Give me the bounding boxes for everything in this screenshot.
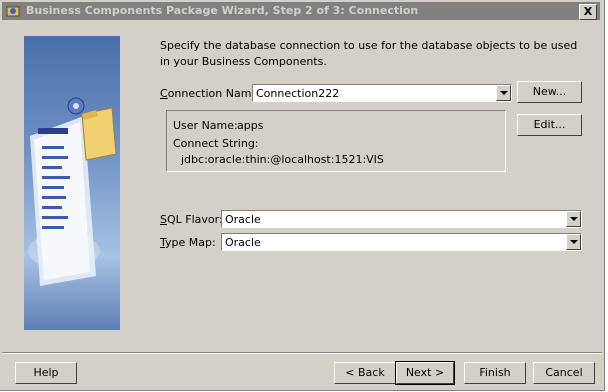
- connection-info-box: User Name: apps Connect String: jdbc:ora…: [166, 110, 506, 172]
- type-map-combo[interactable]: Oracle: [221, 233, 582, 251]
- user-name-label: User Name:: [173, 119, 238, 132]
- footer-separator: [2, 352, 602, 354]
- help-label: Help: [33, 366, 59, 379]
- type-map-label-text: ype Map:: [165, 236, 216, 249]
- edit-connection-label: Edit...: [533, 118, 566, 131]
- connection-name-label: Connection Name:: [160, 87, 262, 100]
- app-icon: [6, 6, 20, 17]
- finish-button[interactable]: Finish: [464, 362, 526, 384]
- connect-string-label: Connect String:: [173, 137, 259, 150]
- next-label: Next >: [405, 366, 445, 379]
- connection-name-label-text: onnection Name:: [167, 87, 262, 100]
- finish-label: Finish: [479, 366, 511, 379]
- cancel-button[interactable]: Cancel: [533, 362, 595, 384]
- window-title: Business Components Package Wizard, Step…: [26, 4, 419, 17]
- user-name-value: apps: [237, 119, 264, 132]
- back-button[interactable]: < Back: [334, 362, 396, 384]
- new-connection-button[interactable]: New...: [517, 81, 582, 103]
- help-button[interactable]: Help: [15, 362, 77, 384]
- wizard-illustration-icon: [28, 97, 117, 286]
- sql-flavor-label-text: QL Flavor:: [166, 213, 223, 226]
- close-icon: X: [583, 5, 593, 18]
- chevron-down-icon[interactable]: [496, 85, 511, 101]
- next-button[interactable]: Next >: [395, 361, 455, 385]
- type-map-label: Type Map:: [160, 236, 216, 249]
- new-connection-label: New...: [532, 85, 567, 98]
- sql-flavor-label: SQL Flavor:: [160, 213, 223, 226]
- back-label: < Back: [345, 366, 385, 379]
- wizard-window: Business Components Package Wizard, Step…: [0, 0, 605, 391]
- sql-flavor-combo[interactable]: Oracle: [221, 210, 582, 228]
- cancel-label: Cancel: [545, 366, 583, 379]
- type-map-value: Oracle: [225, 236, 261, 249]
- chevron-down-icon[interactable]: [566, 234, 581, 250]
- connection-name-value: Connection222: [256, 87, 340, 100]
- title-bar: Business Components Package Wizard, Step…: [2, 2, 600, 20]
- instructions-text: Specify the database connection to use f…: [160, 39, 578, 68]
- wizard-side-image: [24, 36, 120, 330]
- edit-connection-button[interactable]: Edit...: [517, 114, 582, 136]
- chevron-down-icon[interactable]: [566, 211, 581, 227]
- connection-name-combo[interactable]: Connection222: [252, 84, 512, 102]
- sql-flavor-mnemonic: S: [160, 213, 167, 226]
- connect-string-value: jdbc:oracle:thin:@localhost:1521:VIS: [181, 153, 384, 166]
- close-button[interactable]: X: [579, 4, 597, 20]
- sql-flavor-value: Oracle: [225, 213, 261, 226]
- connection-name-mnemonic: C: [160, 87, 168, 100]
